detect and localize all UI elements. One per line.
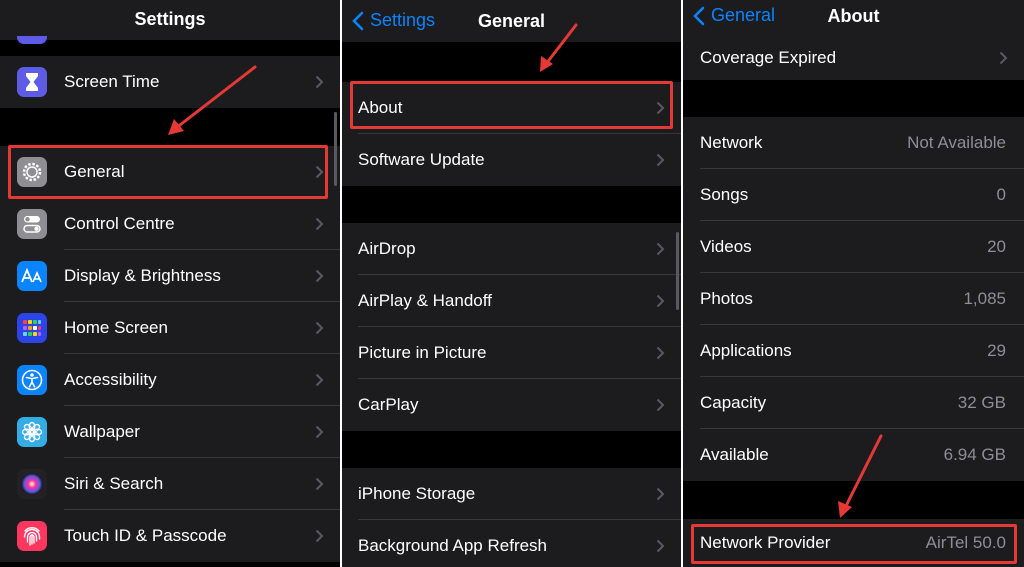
app-grid-icon xyxy=(17,313,47,343)
about-row-applications: Applications 29 xyxy=(683,325,1024,377)
general-item-label: AirDrop xyxy=(358,239,416,258)
settings-item-wallpaper[interactable]: Wallpaper xyxy=(0,406,340,458)
about-row-value: 29 xyxy=(987,341,1006,360)
settings-item-label: Display & Brightness xyxy=(64,266,221,285)
settings-item-label: Screen Time xyxy=(64,72,160,91)
partial-icon xyxy=(17,36,47,44)
toggles-icon xyxy=(17,209,47,239)
page-title: General xyxy=(477,11,546,31)
about-row-label: Photos xyxy=(700,289,753,308)
settings-item-touch-id[interactable]: Touch ID & Passcode xyxy=(0,510,340,562)
settings-item-label: Control Centre xyxy=(64,214,175,233)
chevron-right-icon xyxy=(656,346,665,360)
about-row-photos: Photos 1,085 xyxy=(683,273,1024,325)
hourglass-icon xyxy=(17,67,47,97)
general-item-airplay-handoff[interactable]: AirPlay & Handoff xyxy=(342,275,681,327)
settings-item-label: Wallpaper xyxy=(64,422,140,441)
chevron-right-icon xyxy=(999,51,1008,65)
general-item-about[interactable]: About xyxy=(342,82,681,134)
general-item-label: Background App Refresh xyxy=(358,536,548,555)
chevron-right-icon xyxy=(315,373,324,387)
chevron-right-icon xyxy=(315,75,324,89)
chevron-right-icon xyxy=(315,321,324,335)
gear-icon xyxy=(17,157,47,187)
about-row-label: Network xyxy=(700,133,763,152)
chevron-right-icon xyxy=(315,217,324,231)
scrollbar[interactable] xyxy=(334,112,337,186)
general-item-background-app-refresh[interactable]: Background App Refresh xyxy=(342,520,681,567)
about-nav-bar: General About xyxy=(683,0,1024,36)
general-item-label: Picture in Picture xyxy=(358,343,487,362)
text-size-icon xyxy=(17,261,47,291)
general-item-label: About xyxy=(358,98,403,117)
general-item-label: iPhone Storage xyxy=(358,484,476,503)
fingerprint-icon xyxy=(17,521,47,551)
settings-item-label: Home Screen xyxy=(64,318,168,337)
about-item-coverage[interactable]: Coverage Expired xyxy=(683,36,1024,80)
about-row-value: 6.94 GB xyxy=(943,445,1006,464)
general-item-picture-in-picture[interactable]: Picture in Picture xyxy=(342,327,681,379)
settings-nav-bar: Settings xyxy=(0,0,340,40)
about-row-capacity: Capacity 32 GB xyxy=(683,377,1024,429)
chevron-right-icon xyxy=(656,294,665,308)
about-row-available: Available 6.94 GB xyxy=(683,429,1024,481)
chevron-right-icon xyxy=(315,425,324,439)
about-row-label: Available xyxy=(700,445,769,464)
general-item-iphone-storage[interactable]: iPhone Storage xyxy=(342,468,681,520)
settings-item-siri-search[interactable]: Siri & Search xyxy=(0,458,340,510)
chevron-right-icon xyxy=(315,477,324,491)
accessibility-icon xyxy=(17,365,47,395)
about-row-network-provider: Network Provider AirTel 50.0 xyxy=(683,519,1024,567)
settings-item-label: Touch ID & Passcode xyxy=(64,526,227,545)
settings-item-control-centre[interactable]: Control Centre xyxy=(0,198,340,250)
chevron-right-icon xyxy=(656,398,665,412)
about-item-label: Coverage Expired xyxy=(700,48,837,67)
chevron-right-icon xyxy=(656,487,665,501)
flower-icon xyxy=(17,417,47,447)
about-row-value: 0 xyxy=(996,185,1006,204)
settings-item-screen-time[interactable]: Screen Time xyxy=(0,56,340,108)
about-row-songs: Songs 0 xyxy=(683,169,1024,221)
settings-item-display-brightness[interactable]: Display & Brightness xyxy=(0,250,340,302)
chevron-right-icon xyxy=(656,242,665,256)
general-panel: Settings General About Software Update A… xyxy=(342,0,681,567)
chevron-right-icon xyxy=(315,529,324,543)
settings-panel: Settings Screen Time General Control Cen… xyxy=(0,0,340,567)
about-row-value: 32 GB xyxy=(957,393,1006,412)
about-panel: General About Coverage Expired Network N… xyxy=(683,0,1024,567)
chevron-right-icon xyxy=(656,101,665,115)
general-item-label: Software Update xyxy=(358,150,485,169)
general-nav-bar: Settings General xyxy=(342,0,681,42)
settings-item-label: General xyxy=(64,162,125,181)
about-row-value: 20 xyxy=(987,237,1006,256)
general-item-airdrop[interactable]: AirDrop xyxy=(342,223,681,275)
about-row-label: Network Provider xyxy=(700,533,831,552)
general-item-label: AirPlay & Handoff xyxy=(358,291,492,310)
about-row-label: Songs xyxy=(700,185,749,204)
chevron-right-icon xyxy=(656,153,665,167)
settings-item-label: Accessibility xyxy=(64,370,157,389)
about-row-label: Applications xyxy=(700,341,792,360)
settings-item-home-screen[interactable]: Home Screen xyxy=(0,302,340,354)
about-row-label: Capacity xyxy=(700,393,767,412)
chevron-right-icon xyxy=(315,165,324,179)
general-item-software-update[interactable]: Software Update xyxy=(342,134,681,186)
page-title: About xyxy=(827,6,880,26)
chevron-right-icon xyxy=(656,539,665,553)
about-row-label: Videos xyxy=(700,237,752,256)
scrollbar[interactable] xyxy=(676,232,679,310)
chevron-right-icon xyxy=(315,269,324,283)
about-row-network: Network Not Available xyxy=(683,117,1024,169)
about-row-value: Not Available xyxy=(907,133,1006,152)
page-title: Settings xyxy=(134,9,206,29)
about-row-value: AirTel 50.0 xyxy=(925,533,1006,552)
about-row-value: 1,085 xyxy=(963,289,1006,308)
settings-item-label: Siri & Search xyxy=(64,474,164,493)
siri-icon xyxy=(17,469,47,499)
settings-item-accessibility[interactable]: Accessibility xyxy=(0,354,340,406)
general-item-carplay[interactable]: CarPlay xyxy=(342,379,681,431)
general-item-label: CarPlay xyxy=(358,395,419,414)
about-row-videos: Videos 20 xyxy=(683,221,1024,273)
settings-item-general[interactable]: General xyxy=(0,146,340,198)
